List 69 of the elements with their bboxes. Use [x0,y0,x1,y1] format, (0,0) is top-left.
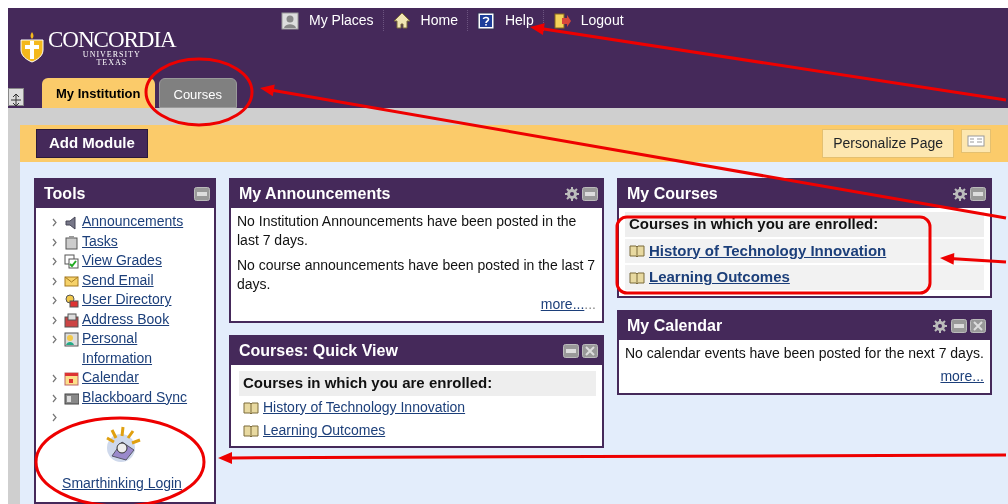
chevron-icon [52,413,58,422]
tool-link[interactable]: View Grades [82,251,162,271]
announcement-text: No Institution Announcements have been posted in the last 7 days. [237,212,578,250]
tool-icon [64,371,79,386]
logo-subtitle: UNIVERSITY [82,51,141,59]
module-title: My Courses [627,184,718,204]
module-title: My Calendar [627,315,723,336]
tab[interactable]: My Institution [42,78,155,108]
chevron-icon [52,374,58,383]
smarthinking-login-link[interactable]: Smarthinking Login [62,473,182,494]
tool-icon [64,293,79,308]
course-link[interactable]: History of Technology Innovation [649,239,887,262]
module-title: My Announcements [239,184,391,204]
course-link[interactable]: Learning Outcomes [263,419,386,441]
minimize-icon [970,187,986,201]
personalize-page-button[interactable]: Personalize Page [822,129,954,158]
book-icon [243,422,259,438]
layout-icon [967,135,985,147]
book-icon [243,399,259,415]
minimize-icon [562,344,579,358]
expand-icon [9,93,23,108]
house-icon [392,11,411,30]
add-module-button[interactable]: Add Module [36,129,148,158]
person-icon [281,11,299,30]
tool-icon [64,234,79,250]
tool-icon [64,254,79,269]
tool-link[interactable]: Announcements [82,212,184,232]
book-icon [629,243,645,259]
book-icon [629,269,645,285]
minimize-icon [582,187,598,201]
chevron-icon [52,218,58,227]
minimize-icon [194,187,210,201]
minimize-icon [950,318,967,333]
more-link[interactable]: more... [540,296,585,312]
nav-link[interactable]: Home [383,10,468,31]
section-heading: Courses in which you are enrolled: [239,371,596,396]
tool-icon [64,273,79,289]
shield-logo-icon [18,31,46,64]
nav-link[interactable]: My Places [272,10,384,31]
chevron-icon [52,296,58,305]
tab[interactable]: Courses [158,78,237,108]
tool-link[interactable]: Personal Information [82,329,208,368]
course-link[interactable]: History of Technology Innovation [263,396,466,418]
nav-link[interactable]: Logout [543,10,633,31]
more-link[interactable]: more... [940,368,984,384]
tool-link[interactable]: User Directory [82,290,172,310]
tool-link[interactable]: Blackboard Sync [82,387,188,407]
tool-icon [64,215,79,230]
logo-subtitle: TEXAS [96,59,128,67]
tool-link[interactable]: Tasks [82,231,118,251]
tool-icon [64,312,79,328]
calendar-text: No calendar events have been posted for the next 7 days. [625,343,984,363]
course-link[interactable]: Learning Outcomes [649,266,790,289]
logo-text: CONCORDIA [48,28,176,51]
chevron-icon [52,257,58,266]
tool-link[interactable]: Address Book [82,309,170,329]
module-title: Courses: Quick View [239,341,398,361]
announcement-text: No course announcements have been posted in the last 7 days. [237,256,596,294]
module-title: Tools [44,184,86,204]
collapse-toggle-button[interactable] [8,88,24,106]
tool-link[interactable]: Send Email [82,270,154,290]
annotation-arrow [940,252,1007,265]
help-icon [476,11,495,30]
tool-icon [64,390,79,406]
tool-link[interactable]: Calendar [82,368,139,388]
ellipsis-text: ... [584,296,596,312]
tool-icon [64,332,79,347]
chevron-icon [52,335,58,344]
door-arrow-icon [552,11,571,30]
